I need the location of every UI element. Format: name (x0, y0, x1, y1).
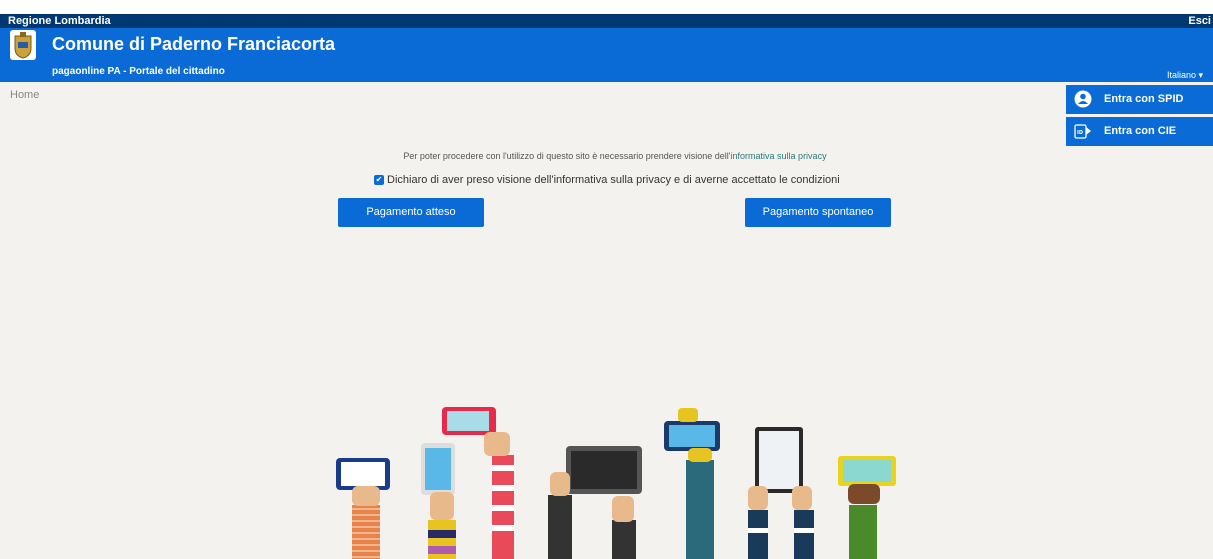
privacy-policy-link[interactable]: informativa sulla privacy (731, 151, 827, 161)
hand-phone-5 (838, 456, 896, 559)
spontaneous-payment-button[interactable]: Pagamento spontaneo (745, 198, 891, 227)
logout-link[interactable]: Esci (1188, 14, 1211, 28)
privacy-notice-text: Per poter procedere con l'utilizzo di qu… (403, 151, 731, 161)
spid-login-label: Entra con SPID (1104, 93, 1184, 105)
top-strip (0, 0, 1213, 14)
privacy-consent[interactable]: ✔ Dichiaro di aver preso visione dell'in… (374, 174, 840, 186)
cie-card-icon: ID (1074, 122, 1092, 140)
spid-user-icon (1074, 90, 1092, 108)
breadcrumb: Home (10, 89, 39, 101)
breadcrumb-home[interactable]: Home (10, 89, 39, 101)
expected-payment-button[interactable]: Pagamento atteso (338, 198, 484, 227)
hand-phone-4 (664, 408, 720, 559)
language-selector[interactable]: Italiano ▾ (1167, 70, 1203, 81)
hand-tablet-1 (548, 446, 642, 559)
consent-checkbox[interactable]: ✔ (374, 175, 384, 185)
svg-text:ID: ID (1077, 130, 1083, 136)
hand-tablet-2 (748, 427, 814, 559)
site-header: Comune di Paderno Franciacorta pagaonlin… (0, 28, 1213, 82)
site-subtitle: pagaonline PA - Portale del cittadino (52, 66, 225, 77)
hand-phone-2 (421, 443, 456, 559)
spid-login-button[interactable]: Entra con SPID (1066, 85, 1213, 114)
cie-login-label: Entra con CIE (1104, 125, 1177, 137)
consent-label: Dichiaro di aver preso visione dell'info… (387, 174, 840, 186)
municipality-crest-icon (10, 30, 36, 60)
hands-with-devices-illustration (336, 407, 896, 559)
hand-phone-1 (336, 458, 390, 559)
privacy-notice: Per poter procedere con l'utilizzo di qu… (0, 151, 1213, 161)
site-title[interactable]: Comune di Paderno Franciacorta (52, 34, 335, 55)
region-name: Regione Lombardia (8, 15, 111, 27)
region-bar: Regione Lombardia Esci (0, 14, 1213, 28)
cie-login-button[interactable]: ID Entra con CIE (1066, 117, 1213, 146)
